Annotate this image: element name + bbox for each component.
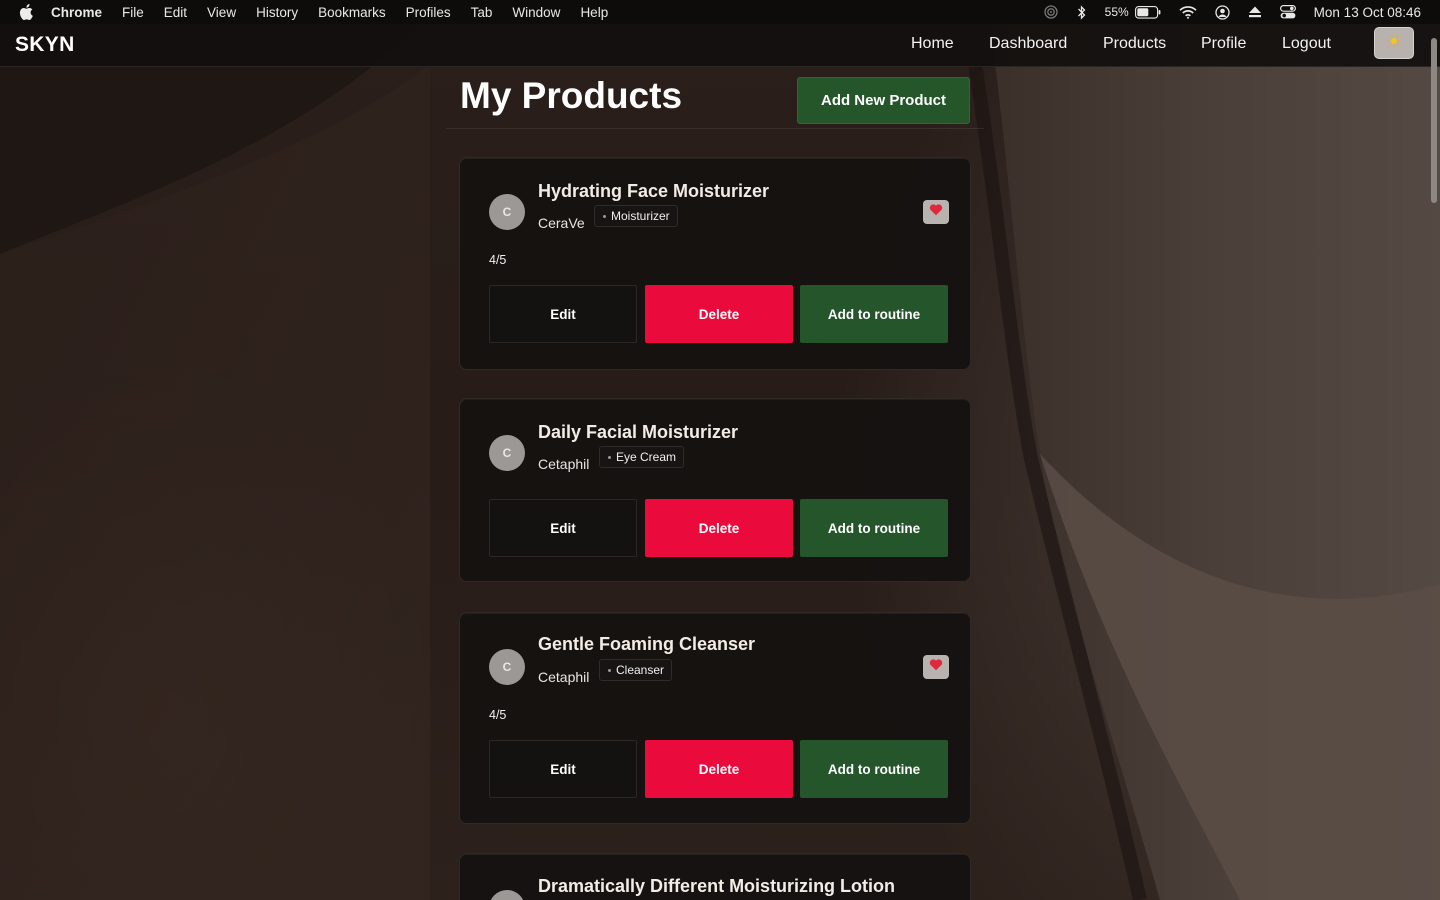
product-card: C Gentle Foaming Cleanser Cetaphil Clean… (459, 612, 971, 824)
category-tag: Moisturizer (594, 205, 678, 227)
delete-button[interactable]: Delete (645, 740, 793, 798)
control-center-icon[interactable] (1279, 5, 1296, 19)
product-name: Gentle Foaming Cleanser (538, 634, 756, 654)
nav-products[interactable]: Products (1103, 35, 1166, 53)
bluetooth-icon[interactable] (1077, 4, 1087, 20)
nav-logout[interactable]: Logout (1282, 35, 1331, 53)
eject-icon[interactable] (1248, 6, 1262, 18)
product-avatar: C (489, 194, 525, 230)
menubar-clock[interactable]: Mon 13 Oct 08:46 (1314, 5, 1421, 20)
menu-view[interactable]: View (207, 5, 236, 20)
edit-button[interactable]: Edit (489, 285, 637, 343)
page-title: My Products (460, 75, 683, 116)
product-avatar: C (489, 435, 525, 471)
add-to-routine-button[interactable]: Add to routine (800, 499, 948, 557)
edit-button[interactable]: Edit (489, 499, 637, 557)
product-brand: CeraVe (538, 215, 585, 231)
product-card: C Dramatically Different Moisturizing Lo… (459, 853, 971, 900)
product-name: Daily Facial Moisturizer (538, 422, 739, 442)
menu-bookmarks[interactable]: Bookmarks (318, 5, 386, 20)
menu-tab[interactable]: Tab (471, 5, 493, 20)
product-rating: 4/5 (489, 253, 507, 267)
user-icon[interactable] (1215, 4, 1230, 20)
product-avatar: C (489, 890, 525, 900)
page-header: My Products Add New Product (446, 66, 984, 129)
brand-logo[interactable]: SKYN (15, 33, 75, 57)
edit-button[interactable]: Edit (489, 740, 637, 798)
battery-percent: 55% (1104, 5, 1129, 19)
nav-profile[interactable]: Profile (1201, 35, 1246, 53)
category-tag: Cleanser (599, 659, 673, 681)
nav-dashboard[interactable]: Dashboard (989, 35, 1067, 53)
category-tag: Eye Cream (599, 446, 685, 468)
scrollbar-thumb[interactable] (1431, 38, 1437, 203)
sun-icon (1387, 34, 1401, 53)
add-new-product-button[interactable]: Add New Product (797, 77, 970, 124)
delete-button[interactable]: Delete (645, 499, 793, 557)
product-name: Dramatically Different Moisturizing Loti… (538, 876, 896, 896)
product-avatar: C (489, 649, 525, 685)
nav-home[interactable]: Home (911, 35, 954, 53)
menu-help[interactable]: Help (580, 5, 608, 20)
menu-history[interactable]: History (256, 5, 298, 20)
heart-icon (929, 658, 943, 676)
page-scrollbar[interactable] (1428, 24, 1440, 900)
wifi-icon[interactable] (1179, 5, 1197, 19)
delete-button[interactable]: Delete (645, 285, 793, 343)
apple-icon[interactable] (19, 4, 33, 20)
site-navbar: SKYN Home Dashboard Products Profile Log… (0, 24, 1440, 67)
product-card: C Daily Facial Moisturizer Cetaphil Eye … (459, 398, 971, 582)
product-card: C Hydrating Face Moisturizer CeraVe Mois… (459, 157, 971, 370)
menu-file[interactable]: File (122, 5, 144, 20)
favorite-button[interactable] (923, 200, 949, 224)
product-brand: Cetaphil (538, 669, 590, 685)
battery-icon[interactable] (1134, 5, 1161, 19)
theme-toggle-button[interactable] (1374, 27, 1414, 59)
product-name: Hydrating Face Moisturizer (538, 181, 770, 201)
product-rating: 4/5 (489, 708, 507, 722)
add-to-routine-button[interactable]: Add to routine (800, 285, 948, 343)
menu-window[interactable]: Window (512, 5, 560, 20)
product-brand: Cetaphil (538, 456, 590, 472)
heart-icon (929, 203, 943, 221)
menu-app-name[interactable]: Chrome (51, 5, 102, 20)
add-to-routine-button[interactable]: Add to routine (800, 740, 948, 798)
menu-edit[interactable]: Edit (164, 5, 187, 20)
airdrop-icon[interactable] (1043, 4, 1059, 20)
menu-profiles[interactable]: Profiles (406, 5, 451, 20)
favorite-button[interactable] (923, 655, 949, 679)
macos-menubar: Chrome File Edit View History Bookmarks … (0, 0, 1440, 24)
